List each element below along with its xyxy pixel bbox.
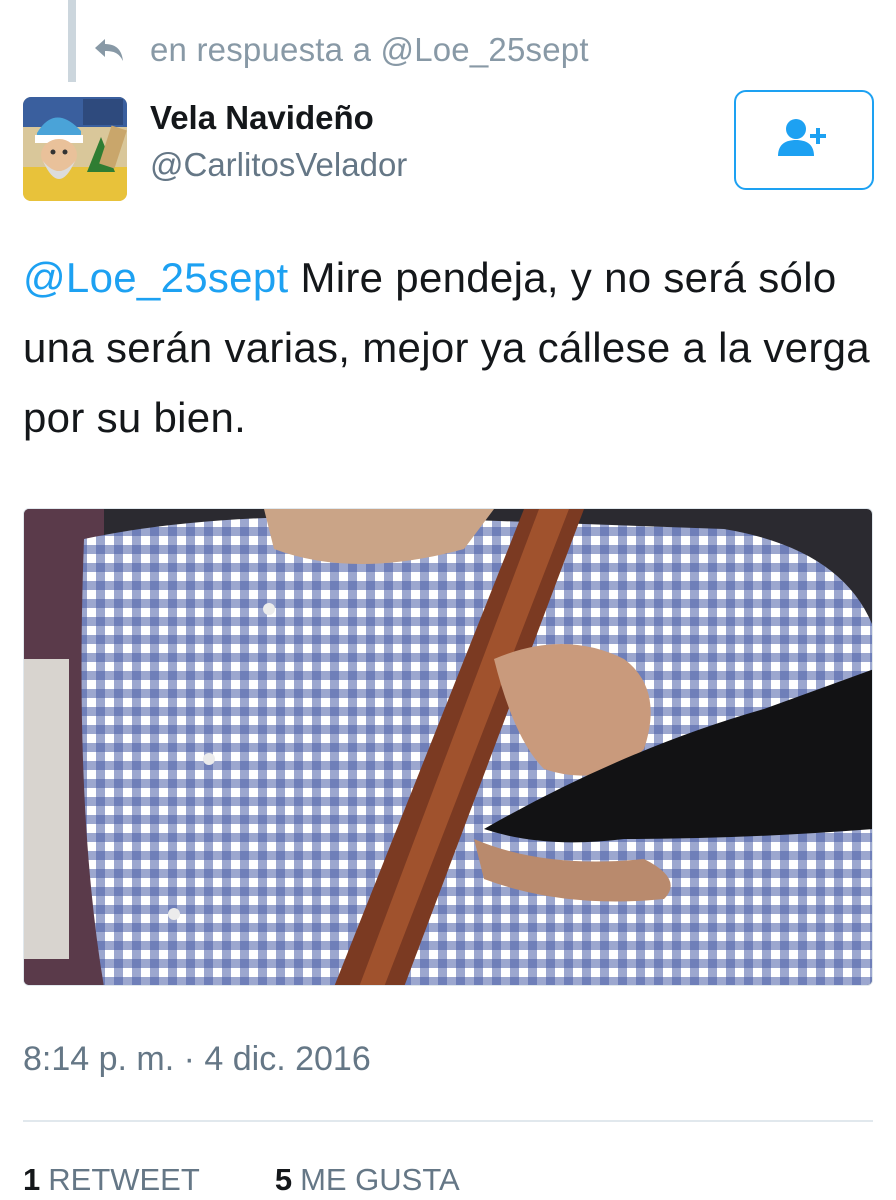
like-count: 5 <box>274 1162 293 1197</box>
reply-context[interactable]: en respuesta a @Loe_25sept <box>92 30 589 70</box>
tweet-mention[interactable]: @Loe_25sept <box>23 254 288 301</box>
like-label: ME GUSTA <box>300 1162 460 1197</box>
divider <box>23 1120 873 1122</box>
reply-context-prefix: en respuesta a <box>150 31 372 68</box>
reply-icon <box>92 36 126 64</box>
thread-connector-line <box>68 0 76 82</box>
like-stat[interactable]: 5 ME GUSTA <box>275 1162 460 1198</box>
user-info[interactable]: Vela Navideño @CarlitosVelador <box>150 98 407 185</box>
add-user-icon <box>776 116 832 165</box>
reply-context-mention[interactable]: @Loe_25sept <box>381 31 589 68</box>
tweet-stats: 1 RETWEET 5 ME GUSTA <box>23 1162 460 1198</box>
reply-context-text: en respuesta a @Loe_25sept <box>150 31 589 69</box>
display-name[interactable]: Vela Navideño <box>150 98 407 138</box>
retweet-stat[interactable]: 1 RETWEET <box>23 1162 200 1198</box>
tweet-text: @Loe_25sept Mire pendeja, y no será sólo… <box>23 243 873 453</box>
avatar[interactable] <box>23 97 127 201</box>
user-handle[interactable]: @CarlitosVelador <box>150 145 407 185</box>
tweet-media-photo[interactable] <box>23 508 873 986</box>
follow-button[interactable] <box>734 90 874 190</box>
retweet-label: RETWEET <box>48 1162 200 1197</box>
tweet-timestamp[interactable]: 8:14 p. m. · 4 dic. 2016 <box>23 1040 371 1079</box>
retweet-count: 1 <box>23 1162 41 1197</box>
